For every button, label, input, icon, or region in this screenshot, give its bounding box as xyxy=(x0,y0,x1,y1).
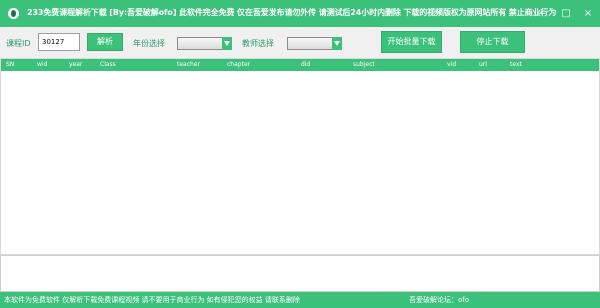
course-table[interactable]: SN wid year Class teacher chapter did su… xyxy=(0,58,600,255)
parse-button[interactable]: 解析 xyxy=(87,33,123,51)
log-textarea[interactable] xyxy=(0,255,600,292)
column-header-chapter[interactable]: chapter xyxy=(227,61,250,69)
app-window: 233免费课程解析下载 [By:吾爱破解ofo] 此软件完全免费 仅在吾爱发布请… xyxy=(0,0,600,308)
teacher-select-label: 教师选择 xyxy=(242,39,274,48)
column-header-teacher[interactable]: teacher xyxy=(177,61,200,69)
stop-download-button[interactable]: 停止下载 xyxy=(460,31,525,53)
title-bar: 233免费课程解析下载 [By:吾爱破解ofo] 此软件完全免费 仅在吾爱发布请… xyxy=(0,0,600,27)
column-header-url[interactable]: url xyxy=(479,61,487,69)
year-select-label: 年份选择 xyxy=(133,39,165,48)
column-header-sn[interactable]: SN xyxy=(6,61,14,69)
column-header-year[interactable]: year xyxy=(69,61,82,69)
column-header-wid[interactable]: wid xyxy=(37,61,47,69)
course-id-input[interactable]: 30127 xyxy=(38,33,80,51)
close-icon[interactable]: × xyxy=(581,7,595,20)
minimize-icon[interactable]: — xyxy=(535,7,549,20)
course-id-label: 课程ID xyxy=(6,39,31,48)
maximize-icon[interactable]: □ xyxy=(559,7,573,20)
status-disclaimer: 本软件为免费软件 仅解析下载免费课程视频 请不要用于商业行为 如有侵犯您的权益 … xyxy=(4,296,300,304)
status-forum-credit: 吾爱破解论坛：ofo xyxy=(409,296,470,304)
column-header-did[interactable]: did xyxy=(301,61,310,69)
window-title: 233免费课程解析下载 [By:吾爱破解ofo] 此软件完全免费 仅在吾爱发布请… xyxy=(27,8,557,17)
chevron-down-icon[interactable] xyxy=(332,37,342,50)
toolbar: 课程ID 30127 解析 年份选择 教师选择 开始批量下载 停止下载 xyxy=(0,27,600,60)
column-header-text[interactable]: text xyxy=(510,61,522,69)
chevron-down-icon[interactable] xyxy=(222,37,232,50)
status-bar: 本软件为免费软件 仅解析下载免费课程视频 请不要用于商业行为 如有侵犯您的权益 … xyxy=(0,292,600,308)
column-header-vid[interactable]: vid xyxy=(447,61,456,69)
batch-download-button[interactable]: 开始批量下载 xyxy=(381,31,442,53)
column-header-subject[interactable]: subject xyxy=(353,61,375,69)
app-logo-icon xyxy=(8,8,19,19)
column-header-class[interactable]: Class xyxy=(100,61,116,69)
table-header: SN wid year Class teacher chapter did su… xyxy=(1,59,599,71)
